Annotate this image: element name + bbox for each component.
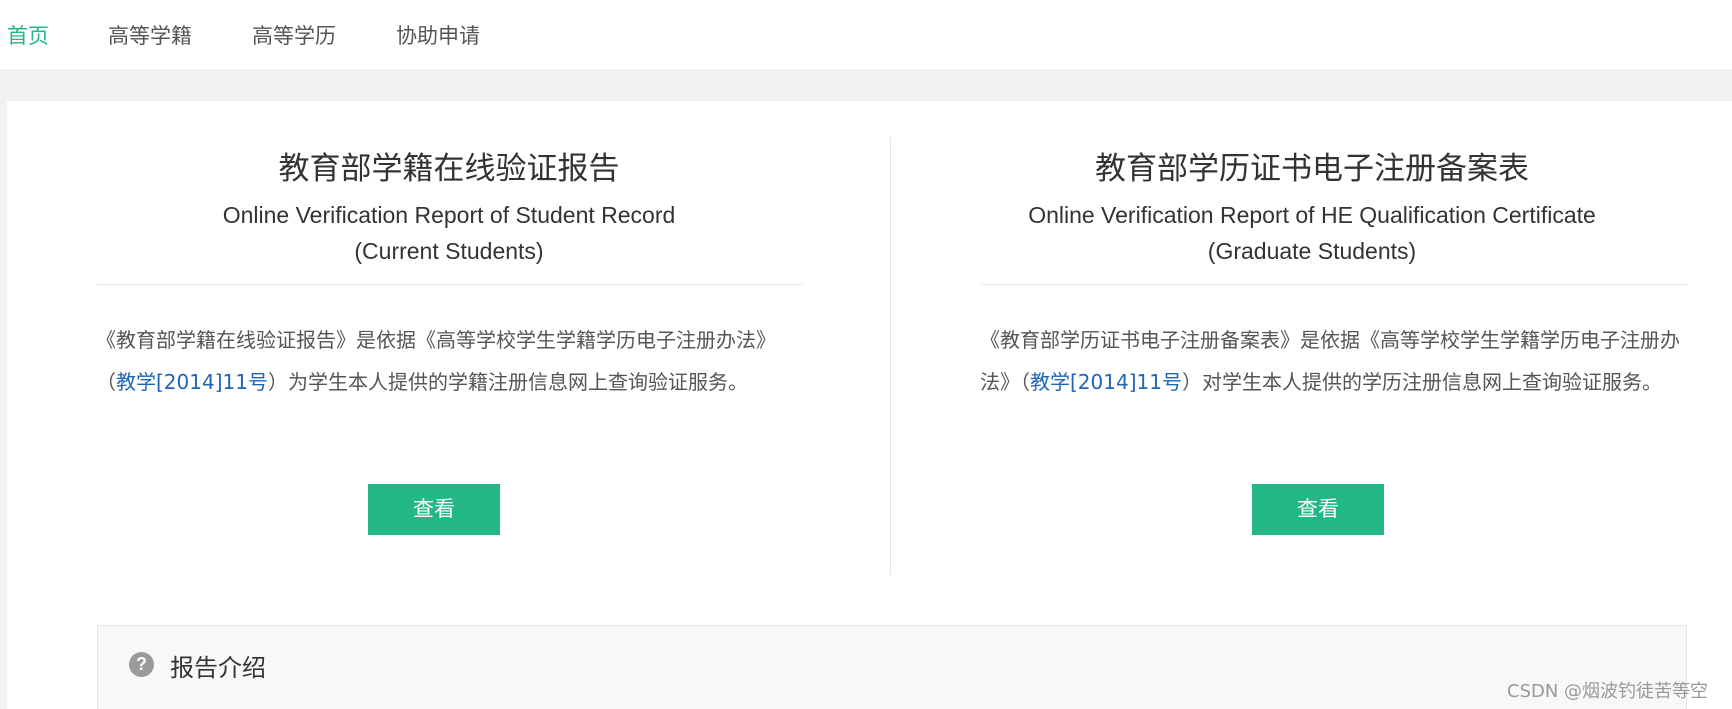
question-circle-icon: ?	[129, 652, 154, 677]
card-title-en-line1: Online Verification Report of Student Re…	[222, 202, 676, 228]
title-divider	[981, 284, 1687, 285]
report-intro-title: 报告介绍	[170, 654, 266, 682]
desc-text-after: ）为学生本人提供的学籍注册信息网上查询验证服务。	[267, 370, 748, 394]
nav-item-qualification[interactable]: 高等学历	[252, 20, 336, 52]
view-qualification-button[interactable]: 查看	[1252, 484, 1384, 535]
card-title-en-line2: (Graduate Students)	[1207, 238, 1417, 264]
main-panel: 教育部学籍在线验证报告 Online Verification Report o…	[7, 101, 1732, 709]
card-title-en: Online Verification Report of HE Qualifi…	[892, 197, 1732, 269]
nav-item-assist-apply[interactable]: 协助申请	[396, 20, 480, 52]
card-title-en-line2: (Current Students)	[354, 238, 544, 264]
card-description: 《教育部学籍在线验证报告》是依据《高等学校学生学籍学历电子注册办法》（教学[20…	[96, 319, 781, 403]
title-divider	[97, 284, 803, 285]
card-title-cn: 教育部学籍在线验证报告	[278, 151, 620, 187]
regulation-link[interactable]: 教学[2014]11号	[116, 370, 268, 394]
card-title-en: Online Verification Report of Student Re…	[7, 197, 891, 269]
card-description: 《教育部学历证书电子注册备案表》是依据《高等学校学生学籍学历电子注册办法》（教学…	[980, 319, 1680, 403]
report-intro-section: ? 报告介绍	[97, 625, 1687, 709]
card-title-en-line1: Online Verification Report of HE Qualifi…	[1028, 202, 1596, 228]
nav-item-home[interactable]: 首页	[7, 20, 49, 52]
top-nav: 首页 高等学籍 高等学历 协助申请	[0, 0, 1732, 71]
watermark: CSDN @烟波钓徒苦等空	[1507, 681, 1709, 702]
card-qualification-certificate: 教育部学历证书电子注册备案表 Online Verification Repor…	[892, 101, 1732, 621]
nav-item-student-record[interactable]: 高等学籍	[108, 20, 192, 52]
column-divider	[890, 137, 891, 575]
card-student-record: 教育部学籍在线验证报告 Online Verification Report o…	[7, 101, 891, 621]
card-title-cn: 教育部学历证书电子注册备案表	[1095, 151, 1529, 187]
regulation-link[interactable]: 教学[2014]11号	[1030, 370, 1182, 394]
desc-text-after: ）对学生本人提供的学历注册信息网上查询验证服务。	[1181, 370, 1662, 394]
view-student-record-button[interactable]: 查看	[368, 484, 500, 535]
